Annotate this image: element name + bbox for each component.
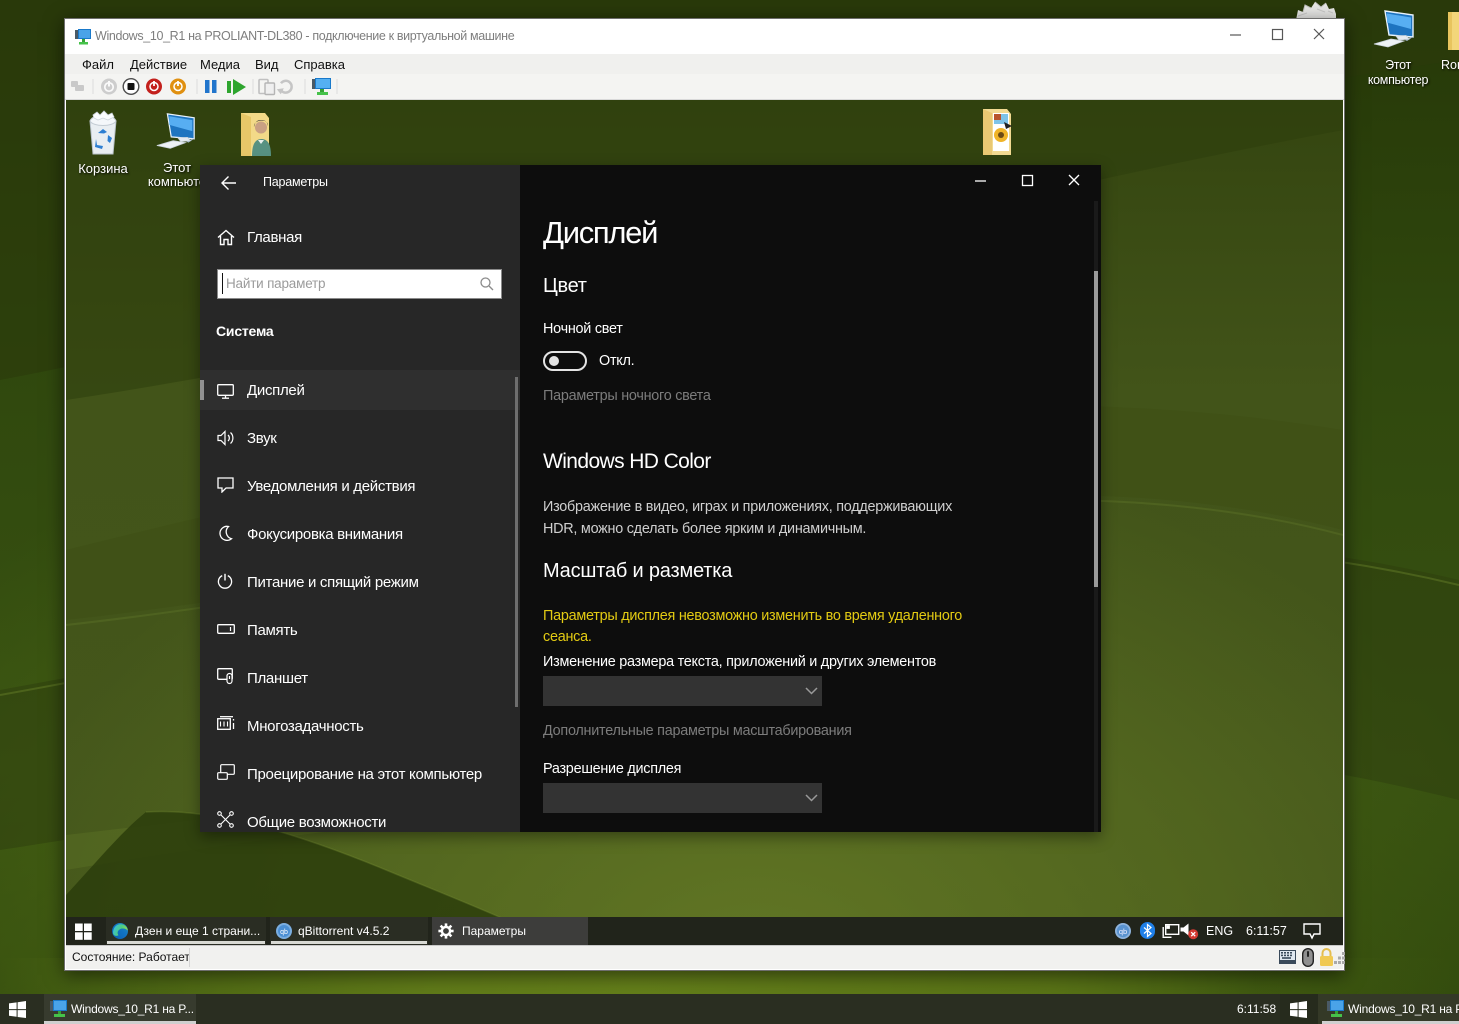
svg-text:qb: qb — [1119, 927, 1127, 936]
svg-text:qb: qb — [280, 929, 288, 936]
